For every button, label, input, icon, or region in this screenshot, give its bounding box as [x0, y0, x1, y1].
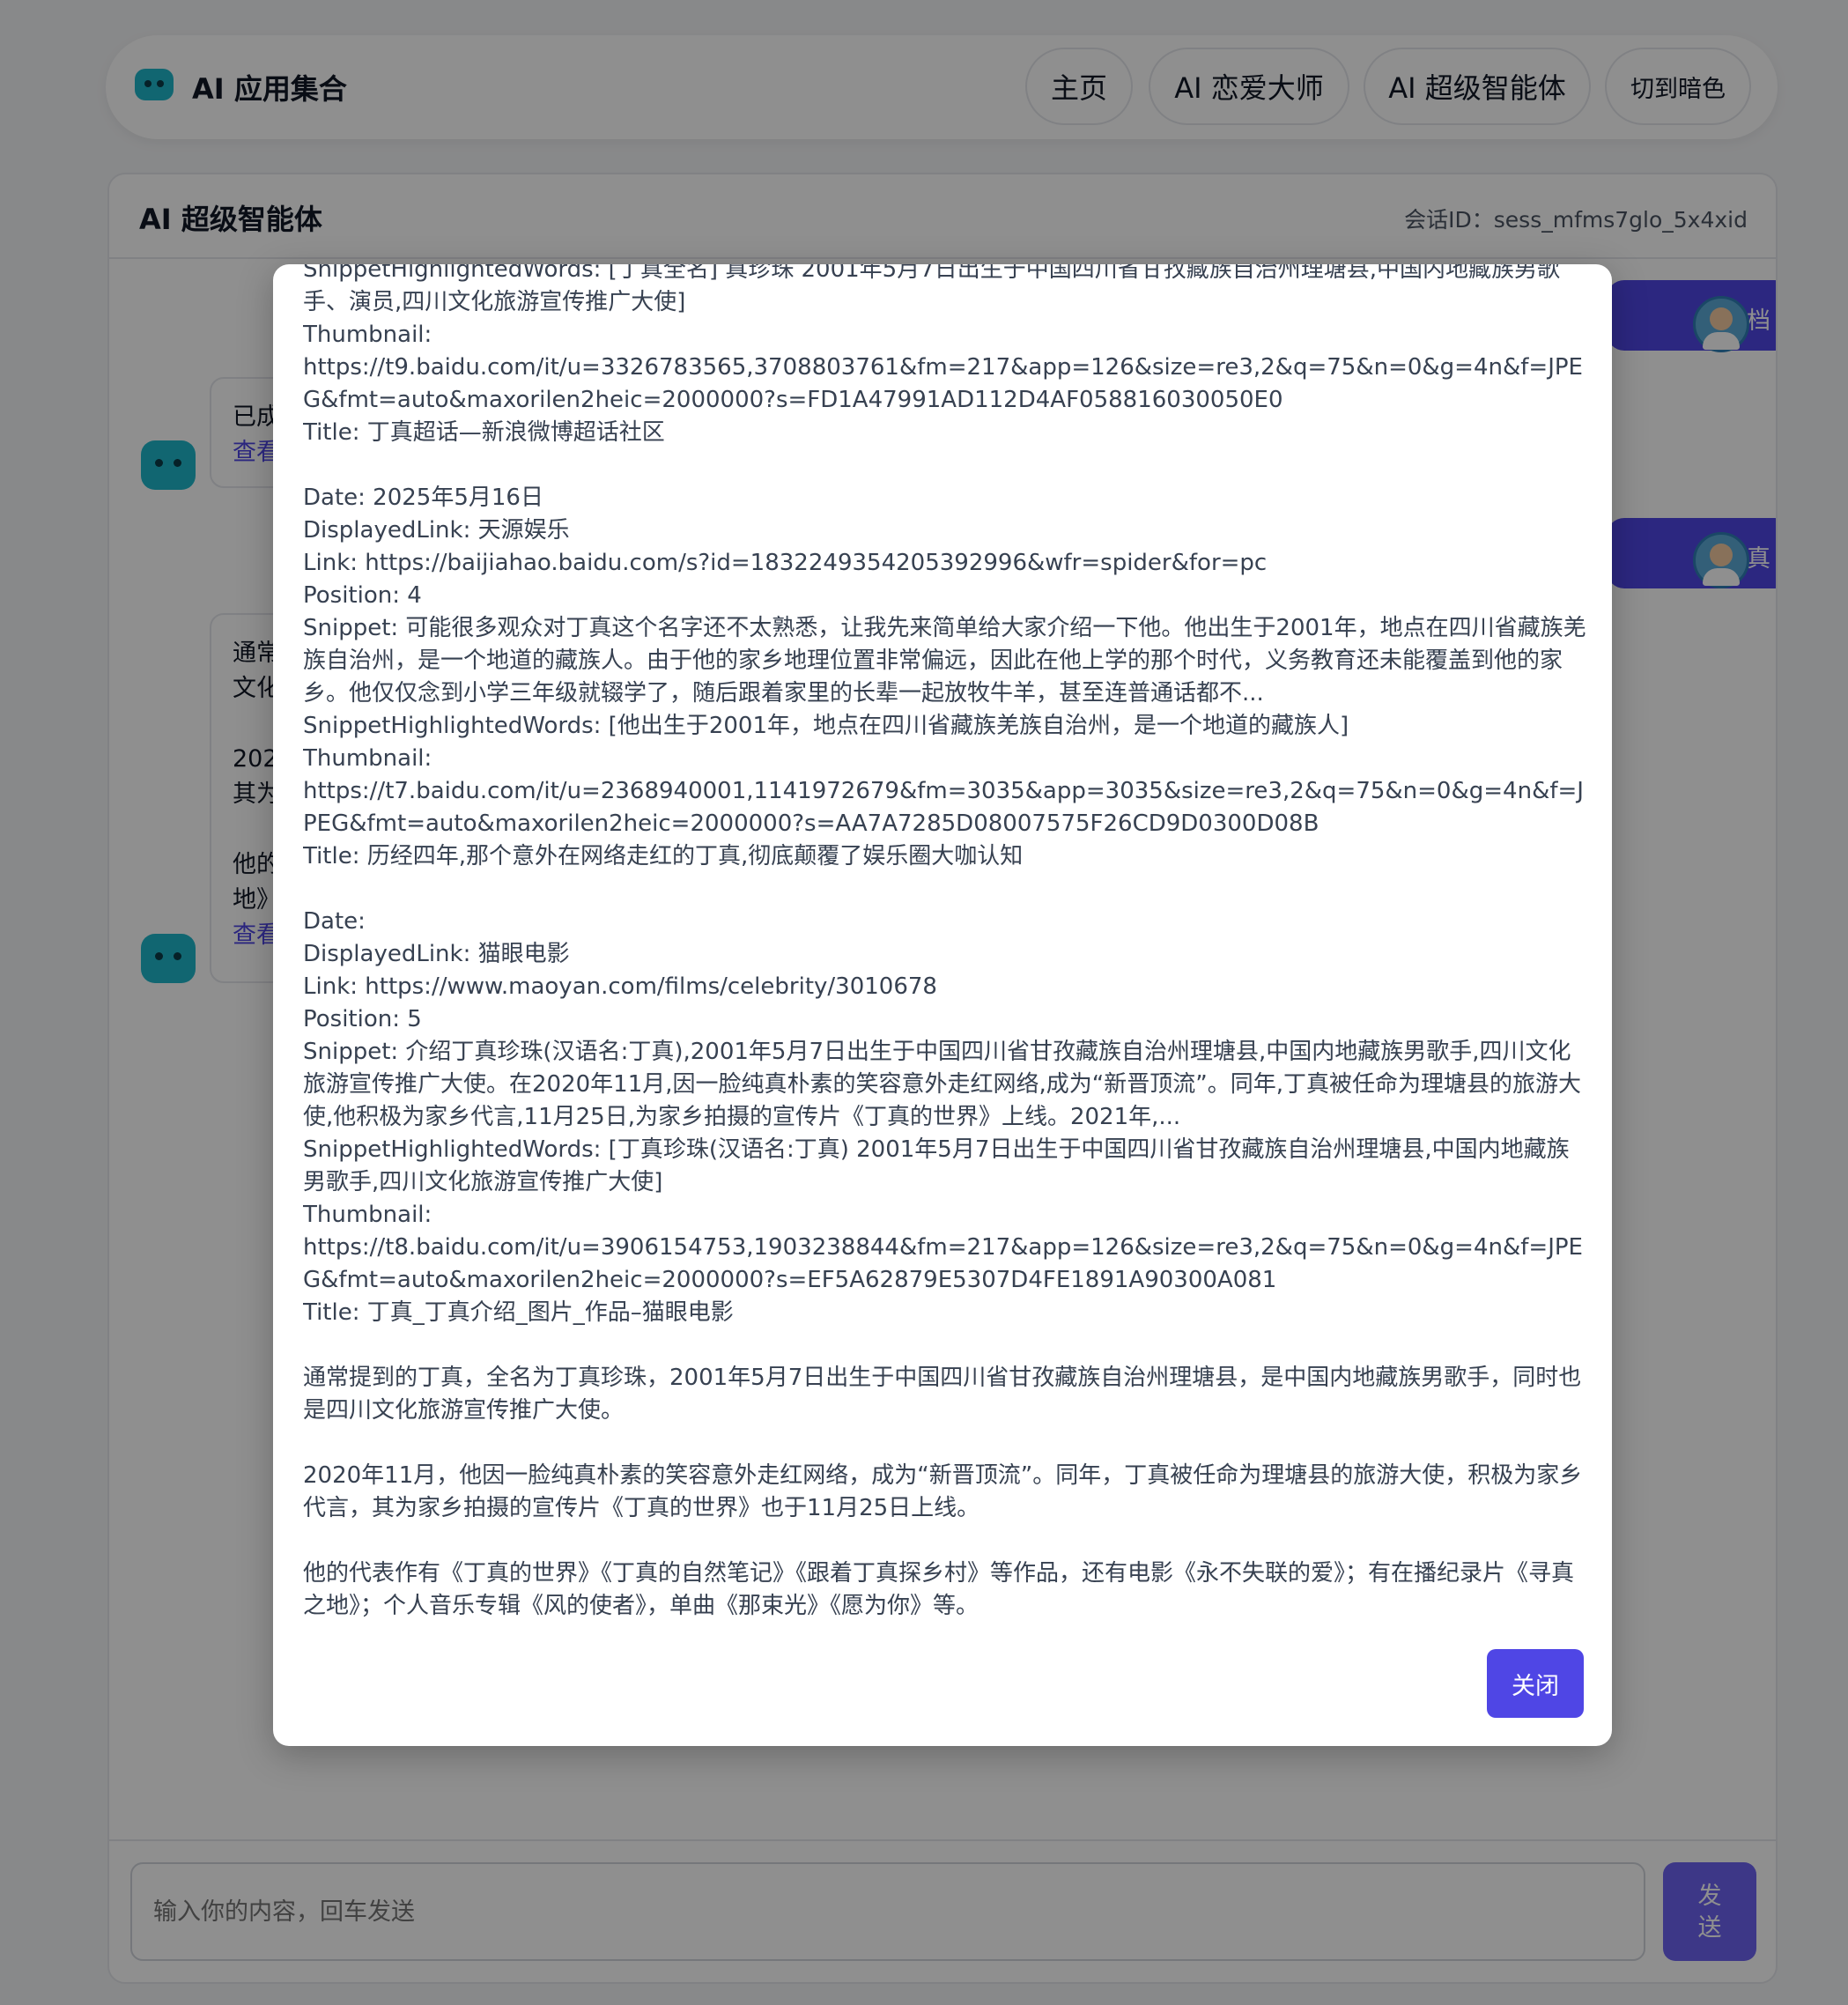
- modal-content: SnippetHighlightedWords: [丁真全名] 真珍珠 2001…: [303, 264, 1586, 1619]
- details-modal: SnippetHighlightedWords: [丁真全名] 真珍珠 2001…: [273, 264, 1612, 1746]
- close-button[interactable]: 关闭: [1487, 1649, 1584, 1718]
